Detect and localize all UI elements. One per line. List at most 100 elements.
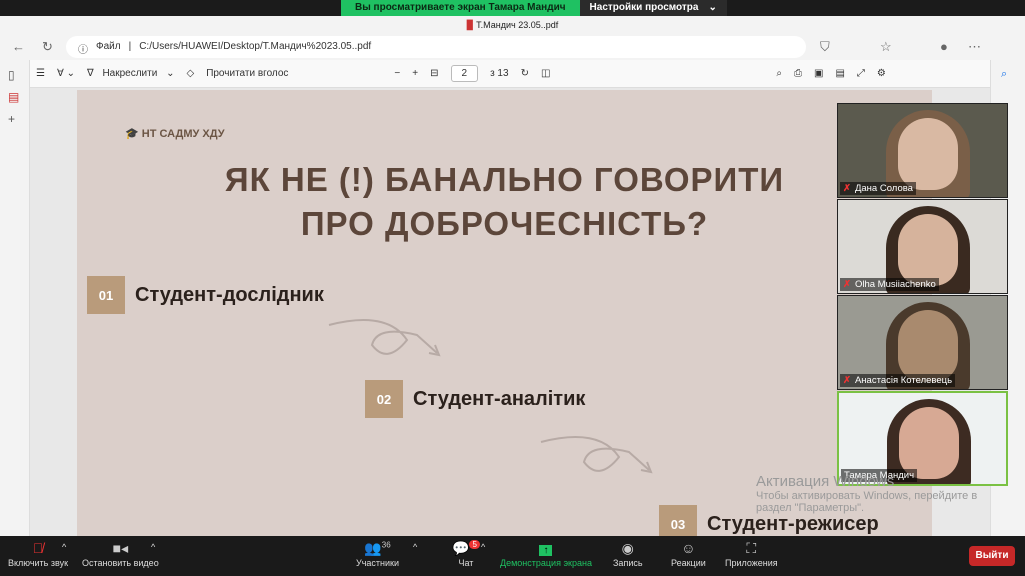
add-icon[interactable]: + (8, 112, 21, 126)
record-label: Запись (613, 558, 643, 568)
contents-icon[interactable]: ☰ (36, 68, 45, 79)
highlight-icon[interactable]: ∀ ⌄ (57, 68, 75, 79)
search-sidebar-icon[interactable]: ⌕ (1001, 68, 1015, 81)
video-tile[interactable]: ✗ Дана Солова (837, 103, 1008, 198)
arrow-swirl-icon (328, 319, 441, 357)
video-tile-active-speaker[interactable]: Тамара Мандич (837, 391, 1008, 486)
title-line-1: ЯК НЕ (!) БАНАЛЬНО ГОВОРИТИ (224, 161, 785, 198)
reactions-button[interactable]: ☺ Реакции (671, 540, 706, 568)
mic-muted-icon: ✗ (843, 279, 851, 290)
browser-sidebar: ▯ ▤ + (0, 60, 30, 536)
apps-button[interactable]: ⛶ Приложения (725, 540, 778, 568)
apps-icon: ⛶ (746, 540, 757, 556)
chat-badge: 5 (469, 540, 480, 550)
share-screen-icon: ↑ (500, 540, 592, 558)
stop-video-label: Остановить видео (82, 558, 159, 568)
stop-video-button[interactable]: ■◂ Остановить видео (82, 540, 159, 568)
pdf-icon: ▉ (466, 20, 477, 30)
item-label: Студент-режисер (707, 512, 879, 535)
slide-title: ЯК НЕ (!) БАНАЛЬНО ГОВОРИТИ ПРО ДОБРОЧЕС… (77, 158, 932, 246)
info-icon: ⓘ (78, 45, 88, 56)
participant-name: ✗ Olha Musiiachenko (840, 278, 939, 291)
participants-icon: 👥36 (364, 540, 391, 556)
activation-title: Активация Windows (756, 473, 895, 490)
refresh-icon[interactable]: ↻ (42, 39, 53, 55)
chevron-down-icon: ⌄ (708, 2, 717, 13)
draw-button[interactable]: ∇ Накреслити ⌄ (87, 68, 175, 79)
participants-label: Участники (356, 558, 399, 568)
video-options-caret[interactable]: ^ (151, 542, 155, 552)
fullscreen-icon[interactable]: ⤢ (857, 68, 865, 79)
view-settings-button[interactable]: Настройки просмотра ⌄ (579, 0, 727, 16)
mic-muted-icon: ✗ (843, 183, 851, 194)
reactions-label: Реакции (671, 558, 706, 568)
zoom-out-icon[interactable]: − (394, 68, 400, 79)
item-label: Студент-аналітик (413, 387, 586, 410)
address-bar[interactable]: ⓘ Файл | C:/Users/HUAWEI/Desktop/Т.Мандич… (66, 36, 806, 58)
brand-label: НТ САДМУ ХДУ (141, 128, 225, 140)
print-icon[interactable]: ⎙ (794, 68, 802, 79)
mic-muted-icon: ✗ (843, 375, 851, 386)
chat-icon: 💬 5 (452, 540, 480, 558)
participants-caret[interactable]: ^ (413, 542, 417, 552)
fit-page-icon[interactable]: ⊟ (430, 68, 438, 79)
unmute-label: Включить звук (8, 558, 69, 568)
audio-options-caret[interactable]: ^ (62, 542, 66, 552)
chat-caret[interactable]: ^ (481, 542, 485, 552)
participant-name-label: Дана Солова (854, 183, 913, 194)
draw-label: Накреслити (102, 68, 158, 79)
participants-button[interactable]: 👥36 Участники (356, 540, 399, 568)
activation-text: Чтобы активировать Windows, перейдите в (756, 490, 978, 502)
title-line-2: ПРО ДОБРОЧЕСНІСТЬ? (300, 205, 709, 242)
share-banner: Вы просматриваете экран Тамара Мандич На… (341, 0, 727, 16)
url-text: C:/Users/HUAWEI/Desktop/Т.Мандич%2023.05… (139, 41, 372, 52)
page-count: з 13 (490, 68, 509, 79)
rotate-icon[interactable]: ↻ (521, 68, 529, 79)
participant-name-label: Olha Musiiachenko (854, 279, 936, 290)
eraser-icon[interactable]: ◇ (186, 68, 194, 79)
windows-activation-watermark: Активация Windows Чтобы активировать Win… (756, 473, 977, 514)
save-as-icon[interactable]: ▤ (835, 68, 844, 79)
brand: 🎓 НТ САДМУ ХДУ (125, 128, 225, 140)
chat-button[interactable]: 💬 5 Чат (452, 540, 480, 568)
zoom-toolbar: 🎙̸ Включить звук ^ ■◂ Остановить видео ^ 👥… (0, 536, 1025, 576)
arrow-swirl-icon (540, 436, 653, 474)
reactions-icon: ☺ (681, 540, 696, 556)
shield-icon[interactable]: ⛉ (820, 39, 830, 55)
read-aloud-button[interactable]: Прочитати вголос (206, 68, 288, 79)
item-label: Студент-дослідник (135, 283, 324, 306)
slide-item: 01 Студент-дослідник (87, 276, 324, 314)
share-label: Демонстрация экрана (500, 558, 592, 568)
record-button[interactable]: ◉ Запись (613, 540, 643, 568)
zoom-in-icon[interactable]: + (412, 68, 418, 79)
chat-label: Чат (458, 558, 474, 568)
pdf-toolbar: ☰ ∀ ⌄ ∇ Накреслити ⌄ ◇ Прочитати вголос … (30, 60, 990, 88)
activation-text: раздел "Параметры". (756, 502, 865, 514)
leave-button[interactable]: Выйти (969, 546, 1015, 566)
video-tile[interactable]: ✗ Olha Musiiachenko (837, 199, 1008, 294)
view-settings-label: Настройки просмотра (589, 2, 699, 13)
page-number-input[interactable]: 2 (450, 65, 479, 82)
slide-page: 🎓 НТ САДМУ ХДУ ЯК НЕ (!) БАНАЛЬНО ГОВОРИ… (77, 90, 932, 543)
profile-icon[interactable]: ● (940, 39, 948, 54)
apps-label: Приложения (725, 558, 778, 568)
video-tile[interactable]: ✗ Анастасія Котелевець (837, 295, 1008, 390)
tabs-icon[interactable]: ▯ (8, 68, 21, 82)
unmute-button[interactable]: 🎙̸ Включить звук (8, 540, 68, 568)
item-number: 02 (365, 380, 403, 418)
save-icon[interactable]: ▣ (814, 68, 823, 79)
more-icon[interactable]: ⋯ (968, 39, 981, 55)
participant-name-label: Анастасія Котелевець (854, 375, 953, 386)
search-icon[interactable]: ⌕ (776, 68, 782, 79)
share-screen-button[interactable]: ↑ Демонстрация экрана (500, 540, 592, 568)
mic-muted-icon: 🎙̸ (32, 540, 44, 556)
file-label: Файл (96, 41, 121, 52)
settings-icon[interactable]: ⚙ (877, 68, 886, 79)
back-icon[interactable]: ← (12, 39, 25, 54)
slide-item: 02 Студент-аналітик (365, 380, 585, 418)
record-icon: ◉ (621, 540, 634, 556)
favorites-icon[interactable]: ☆ (880, 39, 892, 55)
page-view-icon[interactable]: ◫ (541, 68, 550, 79)
pdf-tab-icon[interactable]: ▤ (8, 90, 21, 104)
participant-name: ✗ Дана Солова (840, 182, 916, 195)
